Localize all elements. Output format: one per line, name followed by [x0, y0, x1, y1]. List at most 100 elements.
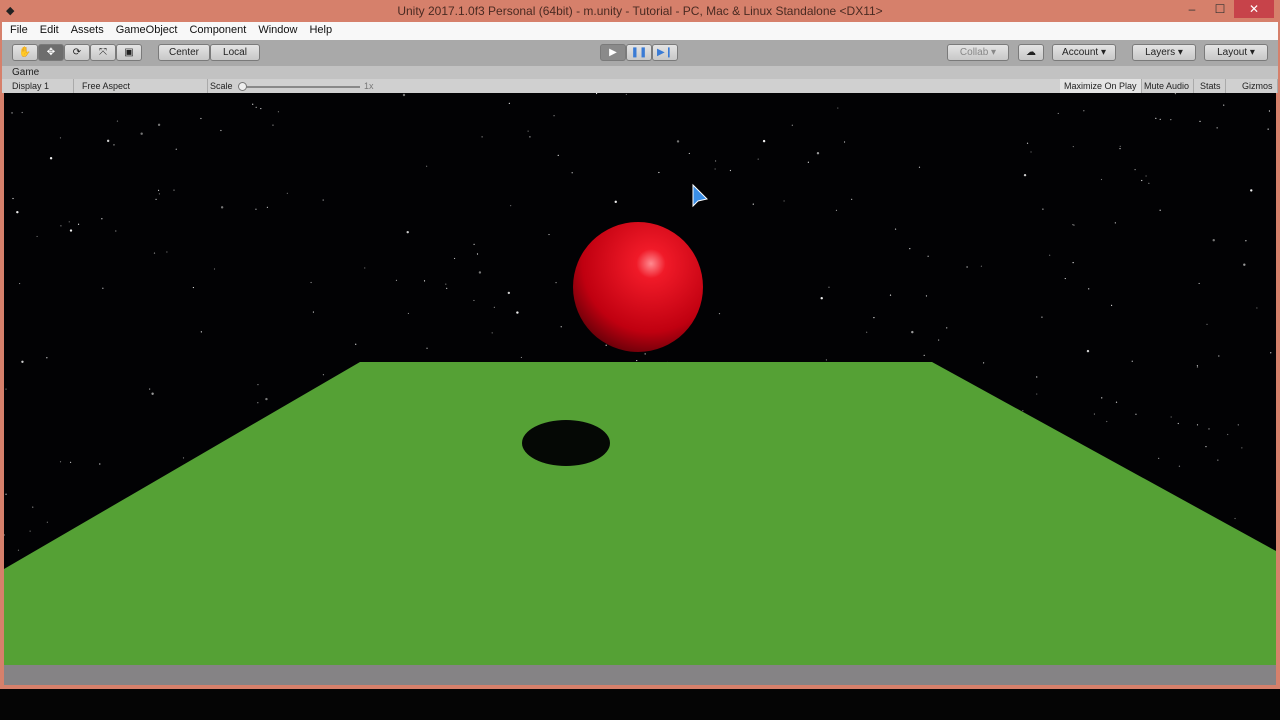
game-view[interactable]: [4, 93, 1276, 665]
menu-help[interactable]: Help: [301, 22, 336, 36]
star: [140, 132, 143, 135]
star: [636, 359, 638, 362]
star: [820, 297, 823, 300]
menu-file[interactable]: File: [2, 22, 32, 36]
star: [516, 311, 519, 314]
star: [220, 206, 224, 209]
star: [476, 253, 479, 255]
gizmos-dropdown[interactable]: Gizmos: [1238, 79, 1278, 93]
scale-slider[interactable]: [242, 86, 360, 88]
star: [192, 286, 194, 289]
star: [527, 130, 529, 132]
star: [966, 266, 968, 268]
star: [16, 210, 19, 214]
star: [257, 402, 259, 404]
star: [1196, 424, 1199, 426]
star: [1101, 397, 1103, 399]
star: [491, 332, 493, 334]
star: [555, 282, 557, 284]
layout-dropdown[interactable]: Layout ▾: [1204, 44, 1268, 61]
editor-window: ◆ Unity 2017.1.0f3 Personal (64bit) - m.…: [0, 0, 1280, 689]
star: [762, 139, 766, 143]
display-dropdown[interactable]: Display 1: [8, 79, 74, 93]
star: [102, 287, 104, 289]
collab-button[interactable]: Collab ▾: [947, 44, 1009, 61]
star: [11, 112, 13, 114]
scale-tool-icon[interactable]: ⤧: [90, 44, 116, 61]
star: [29, 530, 31, 532]
star: [182, 457, 185, 459]
rotate-tool-icon[interactable]: ⟳: [64, 44, 90, 61]
maximize-button[interactable]: ☐: [1206, 0, 1234, 18]
star: [322, 374, 325, 376]
star: [1083, 110, 1085, 112]
star: [825, 359, 828, 361]
star: [1206, 323, 1208, 325]
star: [529, 136, 531, 138]
star: [200, 117, 202, 120]
maximize-on-play-toggle[interactable]: Maximize On Play: [1060, 79, 1142, 93]
star: [625, 93, 627, 96]
star: [1072, 145, 1074, 148]
close-button[interactable]: ✕: [1234, 0, 1274, 18]
ball-shadow: [522, 420, 610, 466]
star: [828, 286, 830, 288]
star: [560, 326, 562, 328]
tab-game[interactable]: Game: [2, 66, 1278, 79]
scale-slider-handle[interactable]: [238, 82, 247, 91]
star: [17, 549, 20, 551]
star: [36, 235, 38, 238]
star: [1073, 224, 1075, 226]
star: [1072, 262, 1074, 264]
star: [1198, 282, 1200, 285]
pause-button[interactable]: ❚❚: [626, 44, 652, 61]
star: [1135, 413, 1137, 415]
star: [927, 255, 929, 257]
star: [1131, 360, 1133, 362]
menu-window[interactable]: Window: [250, 22, 301, 36]
pivot-local-button[interactable]: Local: [210, 44, 260, 61]
menu-edit[interactable]: Edit: [32, 22, 63, 36]
mute-audio-toggle[interactable]: Mute Audio: [1140, 79, 1195, 93]
menu-gameobject[interactable]: GameObject: [108, 22, 182, 36]
star: [946, 327, 948, 329]
step-button[interactable]: ▶❙: [652, 44, 678, 61]
aspect-dropdown[interactable]: Free Aspect: [78, 79, 208, 93]
menu-component[interactable]: Component: [181, 22, 250, 36]
star: [257, 384, 259, 386]
star: [676, 140, 680, 143]
star: [149, 388, 151, 390]
star: [1100, 178, 1103, 181]
minimize-button[interactable]: –: [1178, 0, 1206, 18]
cloud-icon[interactable]: ☁: [1018, 44, 1044, 61]
star: [478, 271, 482, 274]
star: [1036, 393, 1038, 395]
star: [557, 154, 559, 156]
star: [1141, 179, 1143, 182]
star: [446, 287, 448, 289]
layers-dropdown[interactable]: Layers ▾: [1132, 44, 1196, 61]
star: [1030, 151, 1032, 153]
pivot-center-button[interactable]: Center: [158, 44, 210, 61]
star: [1196, 365, 1199, 367]
move-tool-icon[interactable]: ✥: [38, 44, 64, 61]
star: [151, 392, 154, 395]
rect-tool-icon[interactable]: ▣: [116, 44, 142, 61]
game-tab-label: Game: [12, 67, 40, 78]
star: [1178, 465, 1181, 467]
star: [200, 331, 202, 333]
star: [255, 106, 257, 108]
star: [59, 137, 62, 139]
hand-tool-icon[interactable]: ✋: [12, 44, 38, 61]
star: [791, 124, 793, 126]
star: [21, 111, 23, 114]
star: [1148, 182, 1150, 184]
account-dropdown[interactable]: Account ▾: [1052, 44, 1116, 61]
play-button[interactable]: ▶: [600, 44, 626, 61]
menu-assets[interactable]: Assets: [63, 22, 108, 36]
star: [252, 103, 254, 105]
star: [426, 347, 428, 349]
star: [19, 282, 21, 285]
star: [1106, 420, 1108, 423]
stats-toggle[interactable]: Stats: [1196, 79, 1226, 93]
